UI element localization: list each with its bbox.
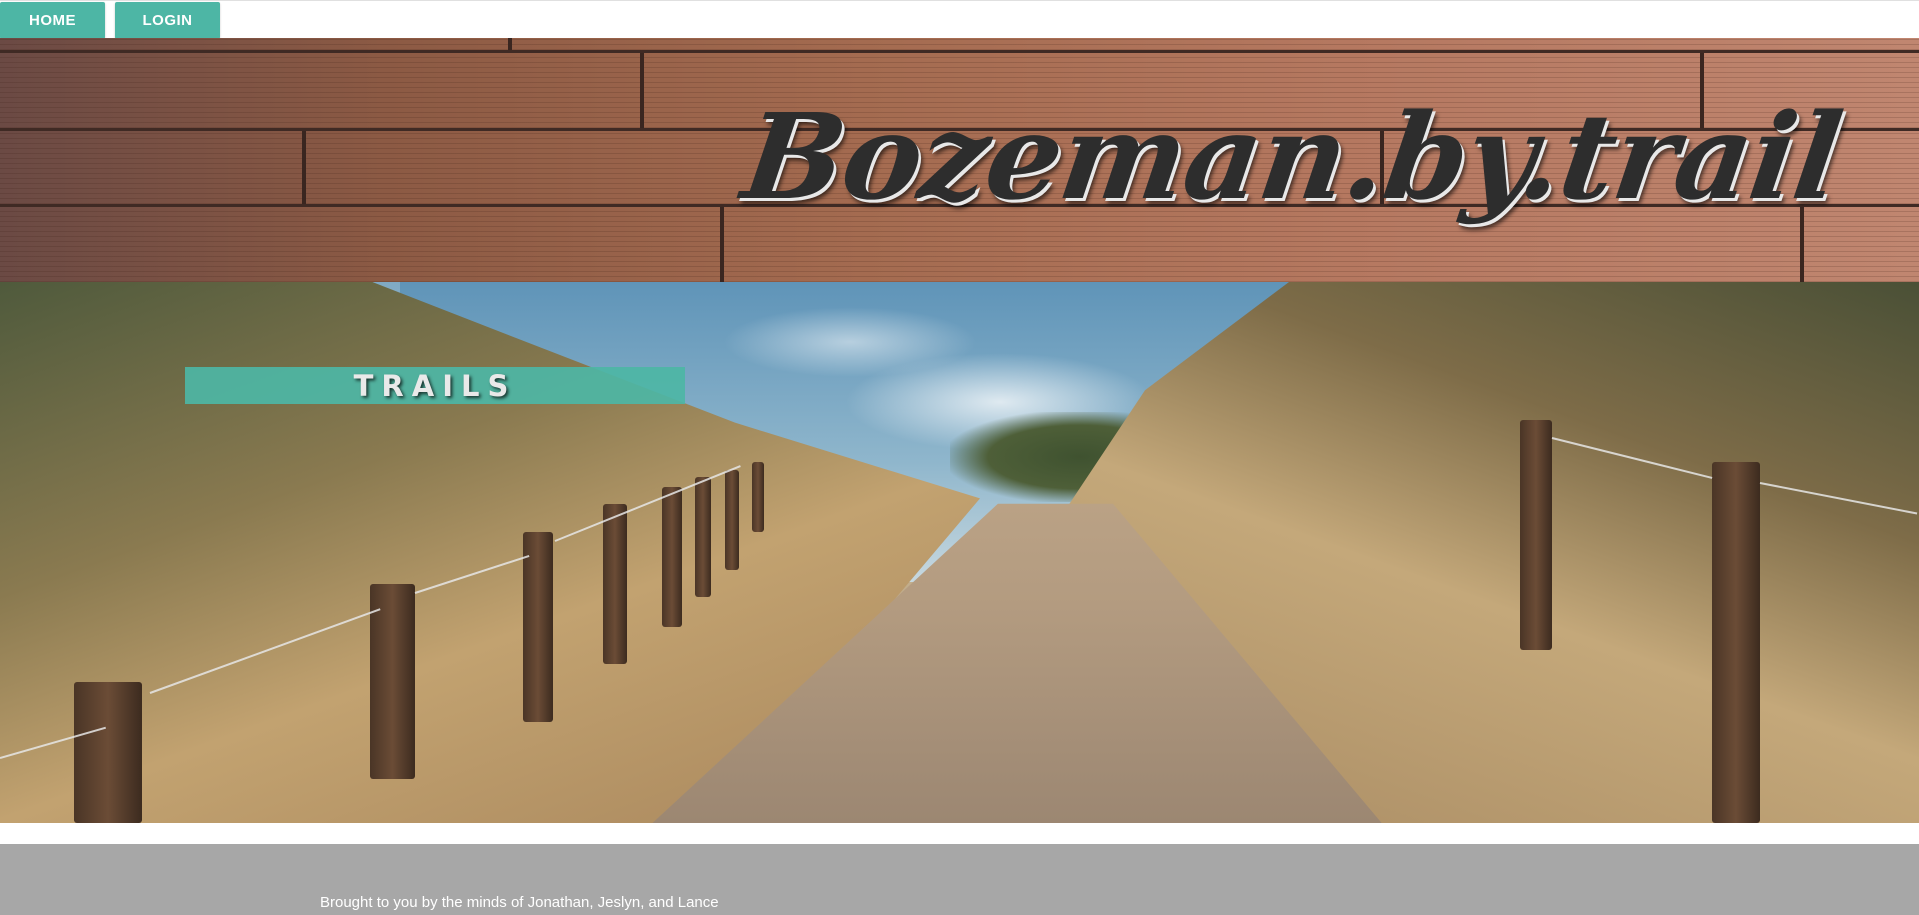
fence-post [370, 584, 415, 779]
fence-post [752, 462, 764, 532]
login-button[interactable]: LOGIN [115, 2, 220, 39]
home-button[interactable]: HOME [0, 2, 105, 39]
site-title: Bozeman.by.trail [735, 87, 1849, 226]
wood-header-banner: Bozeman.by.trail [0, 38, 1919, 282]
footer-credits: Brought to you by the minds of Jonathan,… [320, 894, 719, 911]
wood-seam [720, 207, 724, 282]
wood-plank [0, 38, 1919, 53]
wood-seam [640, 53, 644, 128]
fence-post [662, 487, 682, 627]
fence-post [523, 532, 553, 722]
fence-post [74, 682, 142, 823]
fence-post [1712, 462, 1760, 823]
fence-post [695, 477, 711, 597]
hero-trail-image: TRAILS [0, 282, 1919, 823]
fence-post [1520, 420, 1552, 650]
footer: Brought to you by the minds of Jonathan,… [0, 844, 1919, 915]
fence-post [603, 504, 627, 664]
trails-button[interactable]: TRAILS [185, 367, 685, 404]
fence-post [725, 470, 739, 570]
trails-label: TRAILS [353, 368, 517, 403]
top-nav: HOME LOGIN [0, 0, 1919, 39]
wood-seam [302, 131, 306, 204]
wood-seam [508, 38, 512, 50]
